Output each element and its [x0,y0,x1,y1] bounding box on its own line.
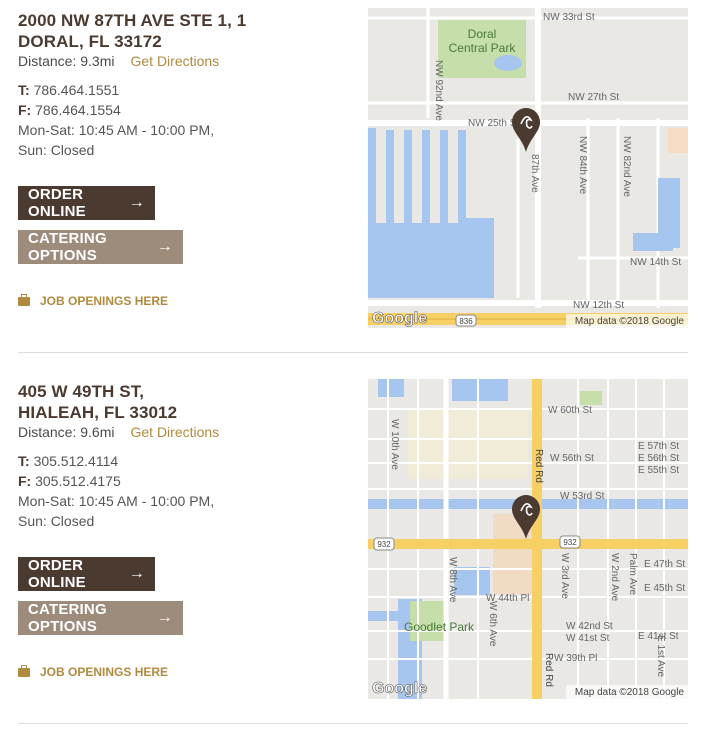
briefcase-icon [18,293,30,306]
contact-block: T: 786.464.1551 F: 786.464.1554 Mon-Sat:… [18,80,348,160]
map-attribution: Map data ©2018 Google [575,316,685,327]
google-logo: Google [372,310,427,327]
map-label: W 2nd Ave [609,553,620,602]
location-card: 405 W 49TH ST, HIALEAH, FL 33012 Distanc… [0,371,701,721]
phone-label: T: [18,82,30,98]
catering-options-label: CATERING OPTIONS [28,601,107,635]
order-online-label: ORDER ONLINE [28,557,86,591]
arrow-right-icon: → [128,565,145,582]
map-label: NW 14th St [630,257,681,268]
map-label: W 60th St [548,405,592,416]
map-label: W 53rd St [560,491,605,502]
map-label: E 47th St [644,559,685,570]
map-label: W 6th Ave [487,601,498,647]
location-map[interactable]: NW 33rd St Doral Central Park NW 92nd Av… [368,8,688,328]
address-line-2: DORAL, FL 33172 [18,32,162,51]
hours-sunday: Sun: Closed [18,142,95,158]
address-line-2: HIALEAH, FL 33012 [18,403,178,422]
map-label: Goodlet Park [404,620,475,634]
map-label: W 3rd Ave [559,553,570,599]
fax-number: 305.512.4175 [35,473,121,489]
location-card: 2000 NW 87TH AVE STE 1, 1 DORAL, FL 3317… [0,0,701,350]
map-label: NW 25th St [468,118,519,129]
job-openings-link[interactable]: JOB OPENINGS HERE [18,664,169,679]
order-online-button[interactable]: ORDER ONLINE → [18,557,155,591]
map-label: Palm Ave [627,553,638,595]
map-label: NW 84th Ave [577,136,588,195]
hours-weekday: Mon-Sat: 10:45 AM - 10:00 PM, [18,122,215,138]
map-attribution: Map data ©2018 Google [575,687,685,698]
fax-label: F: [18,102,32,118]
highway-shield: 932 [563,538,577,547]
map-label: Central Park [449,41,517,55]
fax-label: F: [18,473,32,489]
distance-row: Distance: 9.3mi Get Directions [18,52,348,70]
hours-sunday: Sun: Closed [18,513,95,529]
map-label: W 8th Ave [447,557,458,603]
map-label: W 39th Pl [554,653,597,664]
map-label: NW 33rd St [543,12,595,23]
arrow-right-icon: → [156,238,173,255]
map-label: Red Rd [533,449,544,483]
order-online-label: ORDER ONLINE [28,186,86,220]
distance-text: Distance: 9.3mi [18,53,115,69]
arrow-right-icon: → [128,194,145,211]
phone-number[interactable]: 786.464.1551 [34,82,120,98]
catering-options-label: CATERING OPTIONS [28,230,107,264]
divider [18,352,688,353]
arrow-right-icon: → [156,609,173,626]
order-online-button[interactable]: ORDER ONLINE → [18,186,155,220]
map-label: E 55th St [638,465,679,476]
get-directions-link[interactable]: Get Directions [130,53,219,69]
map-label: W 56th St [550,453,594,464]
distance-text: Distance: 9.6mi [18,424,115,440]
google-logo: Google [372,680,427,697]
hours-weekday: Mon-Sat: 10:45 AM - 10:00 PM, [18,493,215,509]
highway-shield: 932 [377,540,391,549]
address-line-1: 405 W 49TH ST, [18,382,145,401]
map-label: 87th Ave [529,154,540,193]
map-label: E 57th St [638,441,679,452]
map-label: W 42nd St [566,621,613,632]
map-label: Doral [468,27,497,41]
map-label: W 10th Ave [389,419,400,470]
divider [18,723,688,724]
phone-number[interactable]: 305.512.4114 [34,453,119,469]
location-info: 405 W 49TH ST, HIALEAH, FL 33012 Distanc… [18,381,348,531]
catering-options-button[interactable]: CATERING OPTIONS → [18,601,183,635]
map-label: Red Rd [543,653,554,687]
map-label: NW 92nd Ave [433,60,444,121]
job-openings-label: JOB OPENINGS HERE [40,294,169,308]
distance-row: Distance: 9.6mi Get Directions [18,423,348,441]
contact-block: T: 305.512.4114 F: 305.512.4175 Mon-Sat:… [18,451,348,531]
map-label: E 1st Ave [655,635,666,678]
map-label: NW 27th St [568,92,619,103]
get-directions-link[interactable]: Get Directions [130,424,219,440]
map-label: NW 12th St [573,300,624,311]
briefcase-icon [18,664,30,677]
phone-label: T: [18,453,30,469]
catering-options-button[interactable]: CATERING OPTIONS → [18,230,183,264]
job-openings-label: JOB OPENINGS HERE [40,665,169,679]
highway-shield: 836 [459,317,473,326]
address-line-1: 2000 NW 87TH AVE STE 1, 1 [18,11,247,30]
fax-number: 786.464.1554 [35,102,121,118]
map-label: NW 82nd Ave [621,136,632,197]
map-label: W 41st St [566,633,610,644]
job-openings-link[interactable]: JOB OPENINGS HERE [18,293,169,308]
map-label: E 45th St [644,583,685,594]
location-info: 2000 NW 87TH AVE STE 1, 1 DORAL, FL 3317… [18,10,348,160]
location-map[interactable]: 932 932 W 60th St W 10th Ave Red Rd E 57… [368,379,688,699]
map-label: E 56th St [638,453,679,464]
